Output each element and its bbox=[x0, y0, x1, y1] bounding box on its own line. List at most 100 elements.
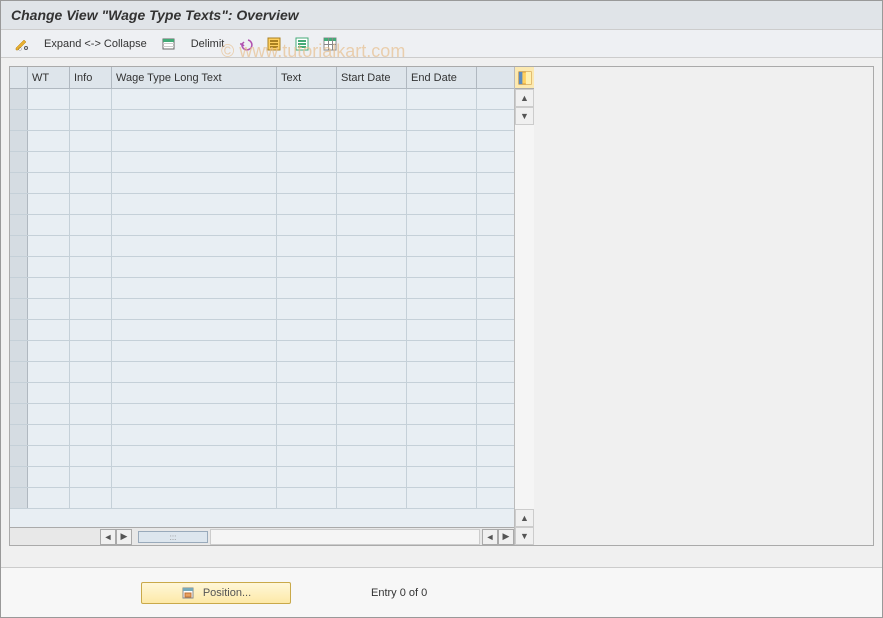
cell-end-date[interactable] bbox=[407, 278, 477, 298]
cell-start-date[interactable] bbox=[337, 215, 407, 235]
cell-start-date[interactable] bbox=[337, 131, 407, 151]
cell-info[interactable] bbox=[70, 341, 112, 361]
vertical-scroll-track[interactable] bbox=[515, 125, 534, 509]
cell-info[interactable] bbox=[70, 131, 112, 151]
cell-end-date[interactable] bbox=[407, 131, 477, 151]
column-header-start-date[interactable]: Start Date bbox=[337, 67, 407, 88]
row-selector[interactable] bbox=[10, 488, 28, 508]
cell-text[interactable] bbox=[277, 215, 337, 235]
cell-start-date[interactable] bbox=[337, 467, 407, 487]
scroll-last-button[interactable]: ▶ bbox=[498, 529, 514, 545]
new-entries-button[interactable] bbox=[156, 33, 182, 55]
row-selector[interactable] bbox=[10, 215, 28, 235]
cell-info[interactable] bbox=[70, 425, 112, 445]
column-header-wt[interactable]: WT bbox=[28, 67, 70, 88]
cell-long-text[interactable] bbox=[112, 362, 277, 382]
row-selector[interactable] bbox=[10, 320, 28, 340]
row-selector[interactable] bbox=[10, 257, 28, 277]
cell-text[interactable] bbox=[277, 278, 337, 298]
cell-start-date[interactable] bbox=[337, 446, 407, 466]
cell-end-date[interactable] bbox=[407, 383, 477, 403]
cell-long-text[interactable] bbox=[112, 236, 277, 256]
row-selector[interactable] bbox=[10, 89, 28, 109]
undo-button[interactable] bbox=[233, 33, 259, 55]
cell-wt[interactable] bbox=[28, 236, 70, 256]
cell-end-date[interactable] bbox=[407, 320, 477, 340]
row-selector[interactable] bbox=[10, 467, 28, 487]
cell-end-date[interactable] bbox=[407, 194, 477, 214]
row-selector[interactable] bbox=[10, 236, 28, 256]
cell-long-text[interactable] bbox=[112, 215, 277, 235]
cell-end-date[interactable] bbox=[407, 404, 477, 424]
cell-long-text[interactable] bbox=[112, 488, 277, 508]
cell-end-date[interactable] bbox=[407, 110, 477, 130]
cell-long-text[interactable] bbox=[112, 467, 277, 487]
cell-long-text[interactable] bbox=[112, 152, 277, 172]
cell-info[interactable] bbox=[70, 89, 112, 109]
cell-info[interactable] bbox=[70, 257, 112, 277]
column-header-end-date[interactable]: End Date bbox=[407, 67, 477, 88]
cell-start-date[interactable] bbox=[337, 404, 407, 424]
column-header-info[interactable]: Info bbox=[70, 67, 112, 88]
horizontal-scroll-thumb[interactable]: ::: bbox=[138, 531, 208, 543]
cell-wt[interactable] bbox=[28, 383, 70, 403]
cell-wt[interactable] bbox=[28, 488, 70, 508]
row-selector[interactable] bbox=[10, 131, 28, 151]
cell-wt[interactable] bbox=[28, 341, 70, 361]
cell-end-date[interactable] bbox=[407, 236, 477, 256]
cell-text[interactable] bbox=[277, 467, 337, 487]
cell-long-text[interactable] bbox=[112, 383, 277, 403]
cell-wt[interactable] bbox=[28, 278, 70, 298]
scroll-left-button[interactable]: ▶ bbox=[116, 529, 132, 545]
cell-start-date[interactable] bbox=[337, 110, 407, 130]
cell-text[interactable] bbox=[277, 383, 337, 403]
cell-text[interactable] bbox=[277, 488, 337, 508]
cell-end-date[interactable] bbox=[407, 215, 477, 235]
select-all-button[interactable] bbox=[261, 33, 287, 55]
cell-long-text[interactable] bbox=[112, 257, 277, 277]
cell-end-date[interactable] bbox=[407, 89, 477, 109]
cell-start-date[interactable] bbox=[337, 425, 407, 445]
cell-info[interactable] bbox=[70, 467, 112, 487]
cell-info[interactable] bbox=[70, 488, 112, 508]
column-header-text[interactable]: Text bbox=[277, 67, 337, 88]
cell-start-date[interactable] bbox=[337, 488, 407, 508]
cell-long-text[interactable] bbox=[112, 194, 277, 214]
cell-info[interactable] bbox=[70, 383, 112, 403]
cell-text[interactable] bbox=[277, 110, 337, 130]
row-selector[interactable] bbox=[10, 194, 28, 214]
row-selector[interactable] bbox=[10, 446, 28, 466]
cell-wt[interactable] bbox=[28, 215, 70, 235]
cell-info[interactable] bbox=[70, 236, 112, 256]
cell-long-text[interactable] bbox=[112, 173, 277, 193]
column-header-long-text[interactable]: Wage Type Long Text bbox=[112, 67, 277, 88]
cell-text[interactable] bbox=[277, 236, 337, 256]
cell-end-date[interactable] bbox=[407, 362, 477, 382]
cell-long-text[interactable] bbox=[112, 320, 277, 340]
cell-text[interactable] bbox=[277, 257, 337, 277]
cell-start-date[interactable] bbox=[337, 173, 407, 193]
cell-long-text[interactable] bbox=[112, 425, 277, 445]
cell-wt[interactable] bbox=[28, 152, 70, 172]
cell-text[interactable] bbox=[277, 341, 337, 361]
cell-wt[interactable] bbox=[28, 299, 70, 319]
row-selector[interactable] bbox=[10, 425, 28, 445]
configure-columns-button[interactable] bbox=[515, 67, 534, 89]
expand-collapse-button[interactable]: Expand <-> Collapse bbox=[37, 35, 154, 53]
cell-end-date[interactable] bbox=[407, 467, 477, 487]
cell-end-date[interactable] bbox=[407, 152, 477, 172]
cell-long-text[interactable] bbox=[112, 299, 277, 319]
cell-info[interactable] bbox=[70, 278, 112, 298]
cell-wt[interactable] bbox=[28, 446, 70, 466]
scroll-right-button[interactable]: ◄ bbox=[482, 529, 498, 545]
table-settings-button[interactable] bbox=[317, 33, 343, 55]
cell-start-date[interactable] bbox=[337, 278, 407, 298]
cell-wt[interactable] bbox=[28, 320, 70, 340]
cell-wt[interactable] bbox=[28, 194, 70, 214]
cell-info[interactable] bbox=[70, 446, 112, 466]
row-selector[interactable] bbox=[10, 404, 28, 424]
delimit-button[interactable]: Delimit bbox=[184, 35, 232, 53]
horizontal-scroll-track[interactable] bbox=[210, 529, 480, 545]
cell-info[interactable] bbox=[70, 152, 112, 172]
scroll-page-down-button[interactable]: ▲ bbox=[515, 509, 534, 527]
